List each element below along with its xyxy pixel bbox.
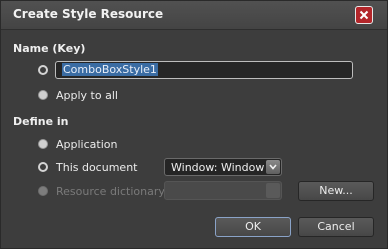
this-document-radio-button[interactable] [38, 162, 48, 172]
chevron-down-icon [269, 164, 277, 170]
close-icon [359, 10, 369, 20]
resource-dictionary-label: Resource dictionary [56, 184, 165, 198]
apply-to-all-radio-button[interactable] [38, 90, 48, 100]
apply-to-all-label: Apply to all [56, 88, 118, 102]
key-name-input-value: ComboBoxStyle1 [62, 63, 158, 76]
dialog-titlebar: Create Style Resource [1, 1, 387, 30]
cancel-button[interactable]: Cancel [298, 217, 374, 237]
application-radio-button[interactable] [38, 139, 48, 149]
application-radio[interactable]: Application [38, 137, 117, 151]
key-name-input[interactable]: ComboBoxStyle1 [55, 61, 353, 79]
application-label: Application [56, 137, 118, 151]
this-document-radio[interactable]: This document [38, 160, 137, 174]
new-resource-dictionary-button[interactable]: New... [298, 181, 374, 201]
document-target-dropdown[interactable]: Window: Window [164, 158, 282, 176]
document-target-value: Window: Window [171, 161, 265, 174]
this-document-label: This document [56, 160, 138, 174]
resource-dictionary-radio: Resource dictionary [38, 184, 165, 198]
resource-dictionary-dropdown [164, 181, 282, 200]
name-key-section-label: Name (Key) [13, 42, 86, 55]
close-button[interactable] [355, 6, 373, 24]
resource-dictionary-dropdown-arrow [266, 183, 280, 198]
dialog-title: Create Style Resource [13, 7, 164, 21]
create-style-resource-dialog: Create Style Resource Name (Key) ComboBo… [0, 0, 388, 249]
ok-button[interactable]: OK [215, 217, 291, 237]
apply-to-all-radio[interactable]: Apply to all [38, 88, 118, 102]
resource-dictionary-radio-button [38, 186, 48, 196]
define-in-section-label: Define in [13, 115, 69, 128]
key-radio-button[interactable] [38, 65, 48, 75]
document-target-dropdown-arrow[interactable] [266, 160, 280, 174]
key-radio[interactable] [38, 63, 56, 77]
